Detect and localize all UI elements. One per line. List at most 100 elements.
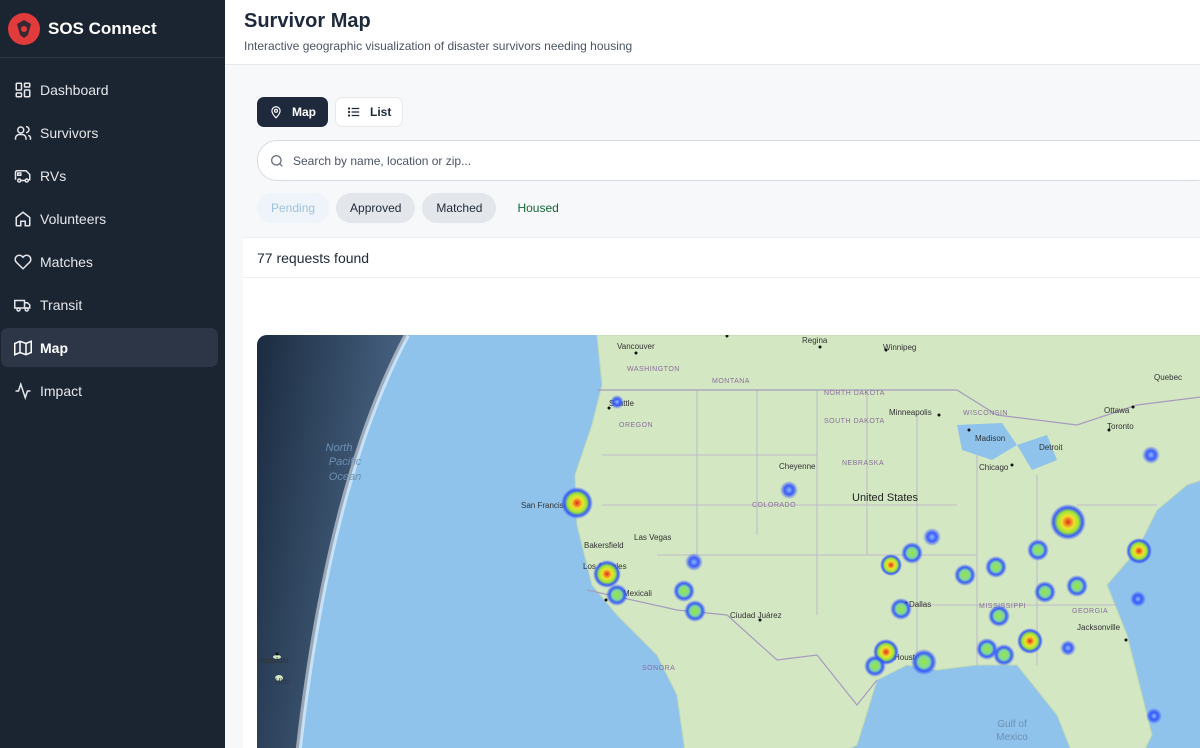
city-label: Bakersfield <box>584 541 624 550</box>
city-dot <box>818 345 822 349</box>
logo-icon <box>8 12 40 45</box>
heat-spot <box>780 481 798 499</box>
page-header: Survivor Map Interactive geographic visu… <box>225 0 1200 65</box>
region-label: COLORADO <box>752 502 796 509</box>
city-label: Quebec <box>1154 373 1182 382</box>
heart-icon <box>14 253 32 271</box>
list-view-button[interactable]: List <box>335 97 404 127</box>
search-input[interactable] <box>293 153 1093 168</box>
activity-icon <box>14 381 32 400</box>
heat-spot <box>864 655 886 677</box>
city-label: Toronto <box>1107 422 1134 431</box>
heat-spot <box>593 560 621 588</box>
city-dot <box>758 618 762 622</box>
ocean-label: Pacific <box>329 456 362 468</box>
search-bar[interactable] <box>257 140 1200 181</box>
dashboard-icon <box>14 81 32 99</box>
heat-spot <box>911 649 937 675</box>
map-canvas: North Pacific Ocean United States Gulf o… <box>257 335 1200 748</box>
heat-spot <box>1034 581 1056 603</box>
region-label: GEORGIA <box>1072 608 1108 615</box>
city-label: Las Vegas <box>634 533 671 542</box>
city-dot <box>884 348 888 352</box>
heat-spot <box>606 584 628 606</box>
sidebar-item-label: Matches <box>40 253 93 270</box>
city-dot <box>937 413 941 417</box>
status-filters: Pending Approved Matched Housed <box>257 193 573 223</box>
brand-name: SOS Connect <box>48 18 157 38</box>
region-label: NORTH DAKOTA <box>824 390 885 397</box>
gulf-label: Gulf of <box>997 719 1027 730</box>
list-icon <box>347 107 360 117</box>
region-label: MONTANA <box>712 378 750 385</box>
heat-spot <box>685 553 703 571</box>
heat-spot <box>1060 640 1076 656</box>
heat-spot <box>1017 628 1043 654</box>
city-label: Detroit <box>1039 443 1063 452</box>
sidebar-item-label: Volunteers <box>40 210 107 227</box>
region-label: WASHINGTON <box>627 366 680 373</box>
ocean-label: North <box>326 442 353 454</box>
sidebar-nav: Dashboard Survivors RVs Volunteers Match… <box>0 58 225 410</box>
survivor-heatmap[interactable]: North Pacific Ocean United States Gulf o… <box>257 335 1200 748</box>
sidebar-item-rvs[interactable]: RVs <box>1 156 218 195</box>
city-label: Dallas <box>909 600 931 609</box>
city-label: Ciudad Juárez <box>730 611 782 620</box>
heat-spot <box>880 554 902 576</box>
sidebar-item-dashboard[interactable]: Dashboard <box>1 70 218 109</box>
sidebar-item-label: Survivors <box>40 124 99 141</box>
heat-spot <box>1142 446 1160 464</box>
city-label: Minneapolis <box>889 408 932 417</box>
sidebar-item-label: Map <box>40 339 68 356</box>
map-pin-icon <box>271 106 281 119</box>
sidebar-item-transit[interactable]: Transit <box>1 285 218 324</box>
heat-spot <box>1146 708 1162 724</box>
heat-spot <box>684 600 706 622</box>
heat-spot <box>985 556 1007 578</box>
results-count: 77 requests found <box>243 237 1200 278</box>
home-icon <box>14 210 32 228</box>
filter-pending[interactable]: Pending <box>257 193 330 223</box>
sidebar: SOS Connect Dashboard Survivors RVs Volu… <box>0 0 225 748</box>
rv-icon <box>14 167 32 185</box>
city-label: Chicago <box>979 463 1009 472</box>
filter-approved[interactable]: Approved <box>336 193 416 223</box>
heat-spot <box>673 580 695 602</box>
city-dot <box>634 351 638 355</box>
city-label: Cheyenne <box>779 462 816 471</box>
country-label: United States <box>852 492 919 504</box>
sidebar-item-survivors[interactable]: Survivors <box>1 113 218 152</box>
heat-spot <box>610 395 624 409</box>
sidebar-item-map[interactable]: Map <box>1 328 218 367</box>
city-label: Winnipeg <box>883 343 916 352</box>
sidebar-item-impact[interactable]: Impact <box>1 371 218 410</box>
city-label: Regina <box>802 336 828 345</box>
gulf-label: Mexico <box>996 732 1028 743</box>
heat-spot <box>923 528 941 546</box>
brand[interactable]: SOS Connect <box>0 0 225 58</box>
city-label: Honolulu <box>257 656 289 665</box>
filter-matched[interactable]: Matched <box>422 193 497 223</box>
sidebar-item-matches[interactable]: Matches <box>1 242 218 281</box>
page-title: Survivor Map <box>244 10 371 32</box>
heat-spot <box>1066 575 1088 597</box>
city-label: Ottawa <box>1104 406 1130 415</box>
heat-spot <box>561 487 593 519</box>
city-label: Hilo <box>275 677 289 686</box>
region-label: OREGON <box>619 422 653 429</box>
region-label: SOUTH DAKOTA <box>824 418 885 425</box>
city-dot <box>967 428 971 432</box>
heat-spot <box>1027 539 1049 561</box>
search-icon <box>271 154 283 167</box>
sidebar-item-volunteers[interactable]: Volunteers <box>1 199 218 238</box>
heat-spot <box>1126 538 1152 564</box>
map-view-button[interactable]: Map <box>257 97 328 127</box>
city-label: Jacksonville <box>1077 623 1121 632</box>
filter-housed[interactable]: Housed <box>503 193 572 223</box>
heat-spot <box>901 542 923 564</box>
view-toggle: Map List <box>257 97 404 127</box>
heat-spot <box>954 564 976 586</box>
city-label: Madison <box>975 434 1005 443</box>
sidebar-item-label: Impact <box>40 382 83 399</box>
map-panel: North Pacific Ocean United States Gulf o… <box>243 278 1200 748</box>
